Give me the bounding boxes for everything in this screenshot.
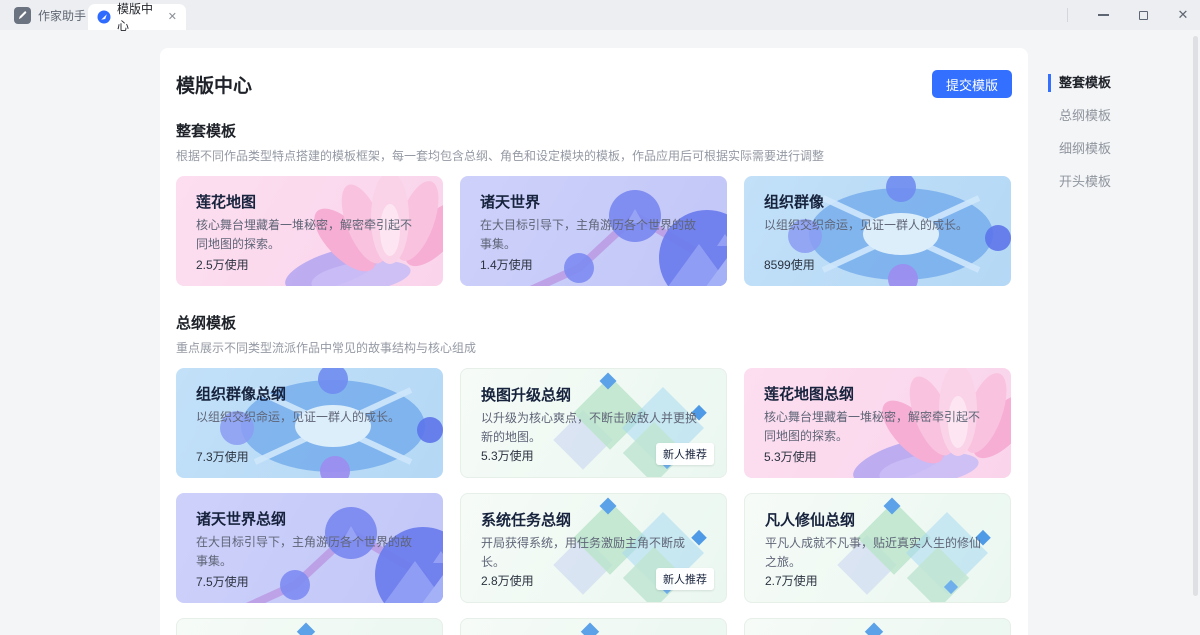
card-description: 以组织交织命运，见证一群人的成长。 [764, 216, 986, 235]
card-description: 以升级为核心爽点，不断击败敌人并更换新的地图。 [481, 409, 703, 446]
window-tab-bar: 作家助手 模版中心 ✕ ✕ [0, 0, 1200, 30]
card-title: 诸天世界总纲 [196, 508, 286, 529]
card-description: 核心舞台埋藏着一堆秘密，解密牵引起不同地图的探索。 [764, 408, 986, 445]
mountains-art [750, 619, 1010, 635]
card-description: 在大目标引导下，主角游历各个世界的故事集。 [480, 216, 702, 253]
template-card-group-portrait-outline[interactable]: 组织群像总纲 以组织交织命运，见证一群人的成长。 7.3万使用 [176, 368, 443, 478]
template-card-system-task-outline[interactable]: 系统任务总纲 开局获得系统，用任务激励主角不断成长。 2.8万使用 新人推荐 [460, 493, 727, 603]
section-title: 整套模板 [176, 120, 1012, 141]
tab-label: 模版中心 [117, 0, 162, 34]
card-usage-count: 7.5万使用 [196, 573, 249, 590]
card-grid: 组织群像总纲 以组织交织命运，见证一群人的成长。 7.3万使用 换图升级总纲 以… [176, 368, 1012, 635]
card-title: 莲花地图 [196, 191, 256, 212]
sidenav-item-detail-templates[interactable]: 细纲模板 [1048, 140, 1168, 158]
page-title: 模版中心 [176, 71, 252, 98]
section-description: 重点展示不同类型流派作品中常见的故事结构与核心组成 [176, 339, 1012, 356]
window-controls: ✕ [1067, 0, 1190, 30]
template-card-rebirth-romance-outline[interactable]: 重生纯爱总纲 重生改变命运，用感情线推进剧情发展。 [744, 618, 1011, 635]
section-description: 根据不同作品类型特点搭建的模板框架，每一套均包含总纲、角色和设定模块的模板，作品… [176, 147, 1012, 164]
window-minimize-button[interactable] [1096, 8, 1110, 22]
card-description: 开局获得系统，用任务激励主角不断成长。 [481, 534, 703, 571]
card-usage-count: 2.5万使用 [196, 256, 249, 273]
template-card-lotus-map[interactable]: 莲花地图 核心舞台埋藏着一堆秘密，解密牵引起不同地图的探索。 2.5万使用 [176, 176, 443, 286]
section-title: 总纲模板 [176, 312, 1012, 333]
section-full-templates: 整套模板 根据不同作品类型特点搭建的模板框架，每一套均包含总纲、角色和设定模块的… [176, 120, 1012, 286]
card-grid: 莲花地图 核心舞台埋藏着一堆秘密，解密牵引起不同地图的探索。 2.5万使用 诸天… [176, 176, 1012, 286]
template-card-lotus-map-outline[interactable]: 莲花地图总纲 核心舞台埋藏着一堆秘密，解密牵引起不同地图的探索。 5.3万使用 [744, 368, 1011, 478]
card-description: 以组织交织命运，见证一群人的成长。 [196, 408, 418, 427]
card-usage-count: 2.7万使用 [765, 572, 818, 589]
app-home-tab[interactable]: 作家助手 [14, 7, 86, 24]
card-usage-count: 5.3万使用 [764, 448, 817, 465]
template-card-group-portrait[interactable]: 组织群像 以组织交织命运，见证一群人的成长。 8599使用 [744, 176, 1011, 286]
newbie-recommend-badge: 新人推荐 [656, 443, 714, 465]
mountains-art [466, 619, 726, 635]
card-usage-count: 5.3万使用 [481, 447, 534, 464]
template-card-myriad-worlds[interactable]: 诸天世界 在大目标引导下，主角游历各个世界的故事集。 1.4万使用 [460, 176, 727, 286]
newbie-recommend-badge: 新人推荐 [656, 568, 714, 590]
window-maximize-button[interactable] [1136, 8, 1150, 22]
card-usage-count: 8599使用 [764, 256, 815, 273]
card-title: 组织群像 [764, 191, 824, 212]
tab-template-center[interactable]: 模版中心 ✕ [88, 4, 186, 30]
template-card-map-upgrade-outline[interactable]: 换图升级总纲 以升级为核心爽点，不断击败敌人并更换新的地图。 5.3万使用 新人… [460, 368, 727, 478]
sidenav-item-opening-templates[interactable]: 开头模板 [1048, 173, 1168, 191]
compass-tab-icon [97, 10, 111, 24]
card-description: 在大目标引导下，主角游历各个世界的故事集。 [196, 533, 418, 570]
card-title: 组织群像总纲 [196, 383, 286, 404]
tab-close-icon[interactable]: ✕ [168, 12, 177, 23]
card-usage-count: 2.8万使用 [481, 572, 534, 589]
card-usage-count: 1.4万使用 [480, 256, 533, 273]
submit-template-button[interactable]: 提交模版 [932, 70, 1012, 98]
card-title: 换图升级总纲 [481, 384, 571, 405]
template-card-urban-martial-outline[interactable]: 都市高武总纲 以都市生活为背景，用热血铸就武侠梦。 [460, 618, 727, 635]
card-title: 系统任务总纲 [481, 509, 571, 530]
window-close-button[interactable]: ✕ [1176, 8, 1190, 22]
card-title: 诸天世界 [480, 191, 540, 212]
vertical-scrollbar[interactable] [1193, 36, 1198, 596]
sidenav-item-outline-templates[interactable]: 总纲模板 [1048, 107, 1168, 125]
panel-header: 模版中心 提交模版 [176, 70, 1012, 98]
template-card-myriad-worlds-outline[interactable]: 诸天世界总纲 在大目标引导下，主角游历各个世界的故事集。 7.5万使用 [176, 493, 443, 603]
card-title: 莲花地图总纲 [764, 383, 854, 404]
card-description: 平凡人成就不凡事，贴近真实人生的修仙之旅。 [765, 534, 987, 571]
sidenav-item-full-templates[interactable]: 整套模板 [1048, 74, 1168, 92]
card-usage-count: 7.3万使用 [196, 448, 249, 465]
app-tab-label: 作家助手 [38, 7, 86, 24]
template-center-panel: 模版中心 提交模版 整套模板 根据不同作品类型特点搭建的模板框架，每一套均包含总… [160, 48, 1028, 635]
card-title: 凡人修仙总纲 [765, 509, 855, 530]
card-description: 核心舞台埋藏着一堆秘密，解密牵引起不同地图的探索。 [196, 216, 418, 253]
section-outline-templates: 总纲模板 重点展示不同类型流派作品中常见的故事结构与核心组成 组织群像总纲 以组… [176, 312, 1012, 635]
section-side-nav: 整套模板 总纲模板 细纲模板 开头模板 [1048, 74, 1168, 206]
pen-app-icon [14, 7, 31, 24]
template-card-romance-stocks-outline[interactable]: 恋爱炒股总纲 适用于都市恋爱小说，融合多线情感破解。 [176, 618, 443, 635]
controls-divider [1067, 8, 1068, 22]
template-card-mortal-cultivation-outline[interactable]: 凡人修仙总纲 平凡人成就不凡事，贴近真实人生的修仙之旅。 2.7万使用 [744, 493, 1011, 603]
mountains-art [182, 619, 442, 635]
